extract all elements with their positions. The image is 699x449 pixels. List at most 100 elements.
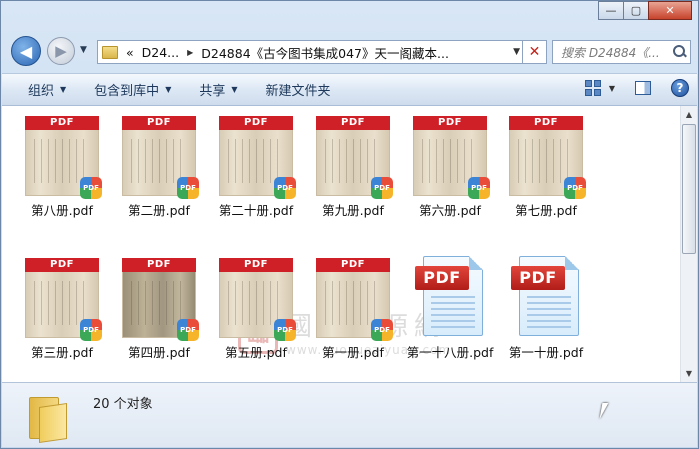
pdf-thumbnail: PDF PDF bbox=[122, 258, 199, 341]
share-menu[interactable]: 共享 ▼ bbox=[185, 80, 251, 99]
view-controls: ▼ ? bbox=[584, 79, 689, 97]
file-item[interactable]: PDF PDF 第七册.pdf bbox=[498, 116, 594, 219]
pdf-reader-icon: PDF bbox=[80, 177, 102, 199]
forward-button[interactable]: ▶ bbox=[47, 37, 75, 65]
maximize-button[interactable]: ▢ bbox=[623, 1, 649, 20]
chevron-down-icon: ▼ bbox=[165, 85, 172, 94]
pdf-band: PDF bbox=[509, 116, 583, 130]
pdf-thumbnail: PDF PDF bbox=[413, 116, 490, 199]
file-item[interactable]: PDF PDF 第四册.pdf bbox=[111, 258, 207, 361]
pdf-reader-icon: PDF bbox=[564, 177, 586, 199]
vertical-scrollbar[interactable]: ▲ ▼ bbox=[680, 106, 697, 382]
file-item[interactable]: PDF PDF 第六册.pdf bbox=[402, 116, 498, 219]
file-item[interactable]: PDF PDF 第五册.pdf bbox=[208, 258, 304, 361]
chevron-down-icon: ▼ bbox=[60, 85, 67, 94]
item-count: 20 个对象 bbox=[93, 397, 153, 412]
folder-icon bbox=[29, 393, 69, 443]
pdf-reader-icon: PDF bbox=[468, 177, 490, 199]
file-name: 第一十八册.pdf bbox=[406, 345, 494, 360]
pdf-reader-icon: PDF bbox=[177, 177, 199, 199]
organize-menu[interactable]: 组织 ▼ bbox=[2, 80, 80, 99]
file-item[interactable]: PDF PDF 第二册.pdf bbox=[111, 116, 207, 219]
details-pane: 20 个对象 bbox=[2, 382, 697, 447]
pdf-band: PDF bbox=[122, 116, 196, 130]
pdf-band: PDF bbox=[25, 258, 99, 272]
include-label: 包含到库中 bbox=[94, 84, 160, 99]
file-name: 第四册.pdf bbox=[128, 345, 190, 360]
search-box[interactable]: 搜索 D24884《... bbox=[552, 40, 691, 64]
pdf-thumbnail: PDF PDF bbox=[122, 116, 199, 199]
file-item[interactable]: PDF PDF 第三册.pdf bbox=[14, 258, 110, 361]
file-name: 第七册.pdf bbox=[515, 203, 577, 218]
file-list[interactable]: 臨 國學資源網 www.guoxueziyuan.com PDF PDF 第八册… bbox=[2, 106, 682, 382]
scrollbar-thumb[interactable] bbox=[682, 124, 696, 254]
pdf-band: PDF bbox=[25, 116, 99, 130]
pdf-reader-icon: PDF bbox=[274, 177, 296, 199]
share-label: 共享 bbox=[199, 84, 226, 99]
preview-pane-icon[interactable] bbox=[635, 81, 651, 95]
pdf-file-icon: PDF bbox=[511, 256, 581, 338]
pdf-reader-icon: PDF bbox=[371, 177, 393, 199]
pdf-thumbnail: PDF PDF bbox=[25, 258, 102, 341]
folder-icon bbox=[102, 45, 118, 59]
breadcrumb-separator-icon[interactable]: ▶ bbox=[187, 48, 193, 57]
pdf-band: PDF bbox=[316, 258, 390, 272]
recent-pages-dropdown[interactable]: ▼ bbox=[80, 45, 87, 55]
pdf-band: PDF bbox=[219, 116, 293, 130]
file-item[interactable]: PDF PDF 第八册.pdf bbox=[14, 116, 110, 219]
navigation-bar: ◀ ▶ ▼ « D24... ▶ D24884《古今图书集成047》天一阁藏本.… bbox=[1, 34, 698, 68]
view-options-dropdown[interactable]: ▼ bbox=[609, 84, 615, 93]
pdf-reader-icon: PDF bbox=[177, 319, 199, 341]
pdf-reader-icon: PDF bbox=[274, 319, 296, 341]
pdf-band: PDF bbox=[413, 116, 487, 130]
back-button[interactable]: ◀ bbox=[11, 36, 41, 66]
pdf-thumbnail: PDF PDF bbox=[219, 116, 296, 199]
file-name: 第一十册.pdf bbox=[508, 345, 584, 360]
file-item[interactable]: PDF 第一十册.pdf bbox=[498, 256, 594, 361]
breadcrumb-item-parent[interactable]: D24... bbox=[142, 45, 179, 60]
pdf-thumbnail: PDF PDF bbox=[25, 116, 102, 199]
clear-address-icon[interactable]: ✕ bbox=[522, 40, 546, 64]
breadcrumb: « D24... ▶ D24884《古今图书集成047》天一阁藏本... bbox=[118, 43, 449, 62]
pdf-thumbnail: PDF PDF bbox=[219, 258, 296, 341]
chevron-down-icon: ▼ bbox=[231, 85, 238, 94]
file-name: 第二册.pdf bbox=[128, 203, 190, 218]
search-input[interactable]: 搜索 D24884《... bbox=[553, 44, 670, 61]
scroll-up-icon[interactable]: ▲ bbox=[681, 106, 697, 123]
pdf-label: PDF bbox=[511, 266, 565, 290]
file-item[interactable]: PDF PDF 第二十册.pdf bbox=[208, 116, 304, 219]
address-bar[interactable]: « D24... ▶ D24884《古今图书集成047》天一阁藏本... ▼ ✕ bbox=[97, 40, 547, 64]
command-bar: 组织 ▼ 包含到库中 ▼ 共享 ▼ 新建文件夹 ▼ ? bbox=[2, 73, 697, 106]
search-icon[interactable] bbox=[670, 42, 690, 62]
include-in-library-menu[interactable]: 包含到库中 ▼ bbox=[80, 80, 185, 99]
pdf-reader-icon: PDF bbox=[371, 319, 393, 341]
pdf-thumbnail: PDF PDF bbox=[509, 116, 586, 199]
change-view-icon[interactable] bbox=[584, 80, 601, 96]
file-item[interactable]: PDF PDF 第九册.pdf bbox=[305, 116, 401, 219]
file-name: 第三册.pdf bbox=[31, 345, 93, 360]
explorer-window: — ▢ ✕ ◀ ▶ ▼ « D24... ▶ D24884《古今图书集成047》… bbox=[0, 0, 699, 449]
pdf-thumbnail: PDF PDF bbox=[316, 116, 393, 199]
minimize-button[interactable]: — bbox=[598, 1, 624, 20]
new-folder-button[interactable]: 新建文件夹 bbox=[252, 80, 345, 99]
pdf-thumbnail: PDF PDF bbox=[316, 258, 393, 341]
file-item[interactable]: PDF PDF 第一册.pdf bbox=[305, 258, 401, 361]
pdf-band: PDF bbox=[316, 116, 390, 130]
close-button[interactable]: ✕ bbox=[648, 1, 692, 20]
file-name: 第二十册.pdf bbox=[218, 203, 294, 218]
help-icon[interactable]: ? bbox=[671, 79, 689, 97]
breadcrumb-overflow[interactable]: « bbox=[126, 45, 134, 60]
organize-label: 组织 bbox=[28, 84, 55, 99]
file-name: 第五册.pdf bbox=[225, 345, 287, 360]
breadcrumb-item-current[interactable]: D24884《古今图书集成047》天一阁藏本... bbox=[201, 43, 449, 62]
pdf-band: PDF bbox=[122, 258, 196, 272]
pdf-file-icon: PDF bbox=[415, 256, 485, 338]
file-name: 第六册.pdf bbox=[419, 203, 481, 218]
pdf-reader-icon: PDF bbox=[80, 319, 102, 341]
file-name: 第九册.pdf bbox=[322, 203, 384, 218]
file-item[interactable]: PDF 第一十八册.pdf bbox=[402, 256, 498, 361]
file-name: 第八册.pdf bbox=[31, 203, 93, 218]
scroll-down-icon[interactable]: ▼ bbox=[681, 365, 697, 382]
address-dropdown-icon[interactable]: ▼ bbox=[513, 47, 520, 57]
caption-buttons: — ▢ ✕ bbox=[598, 1, 692, 20]
